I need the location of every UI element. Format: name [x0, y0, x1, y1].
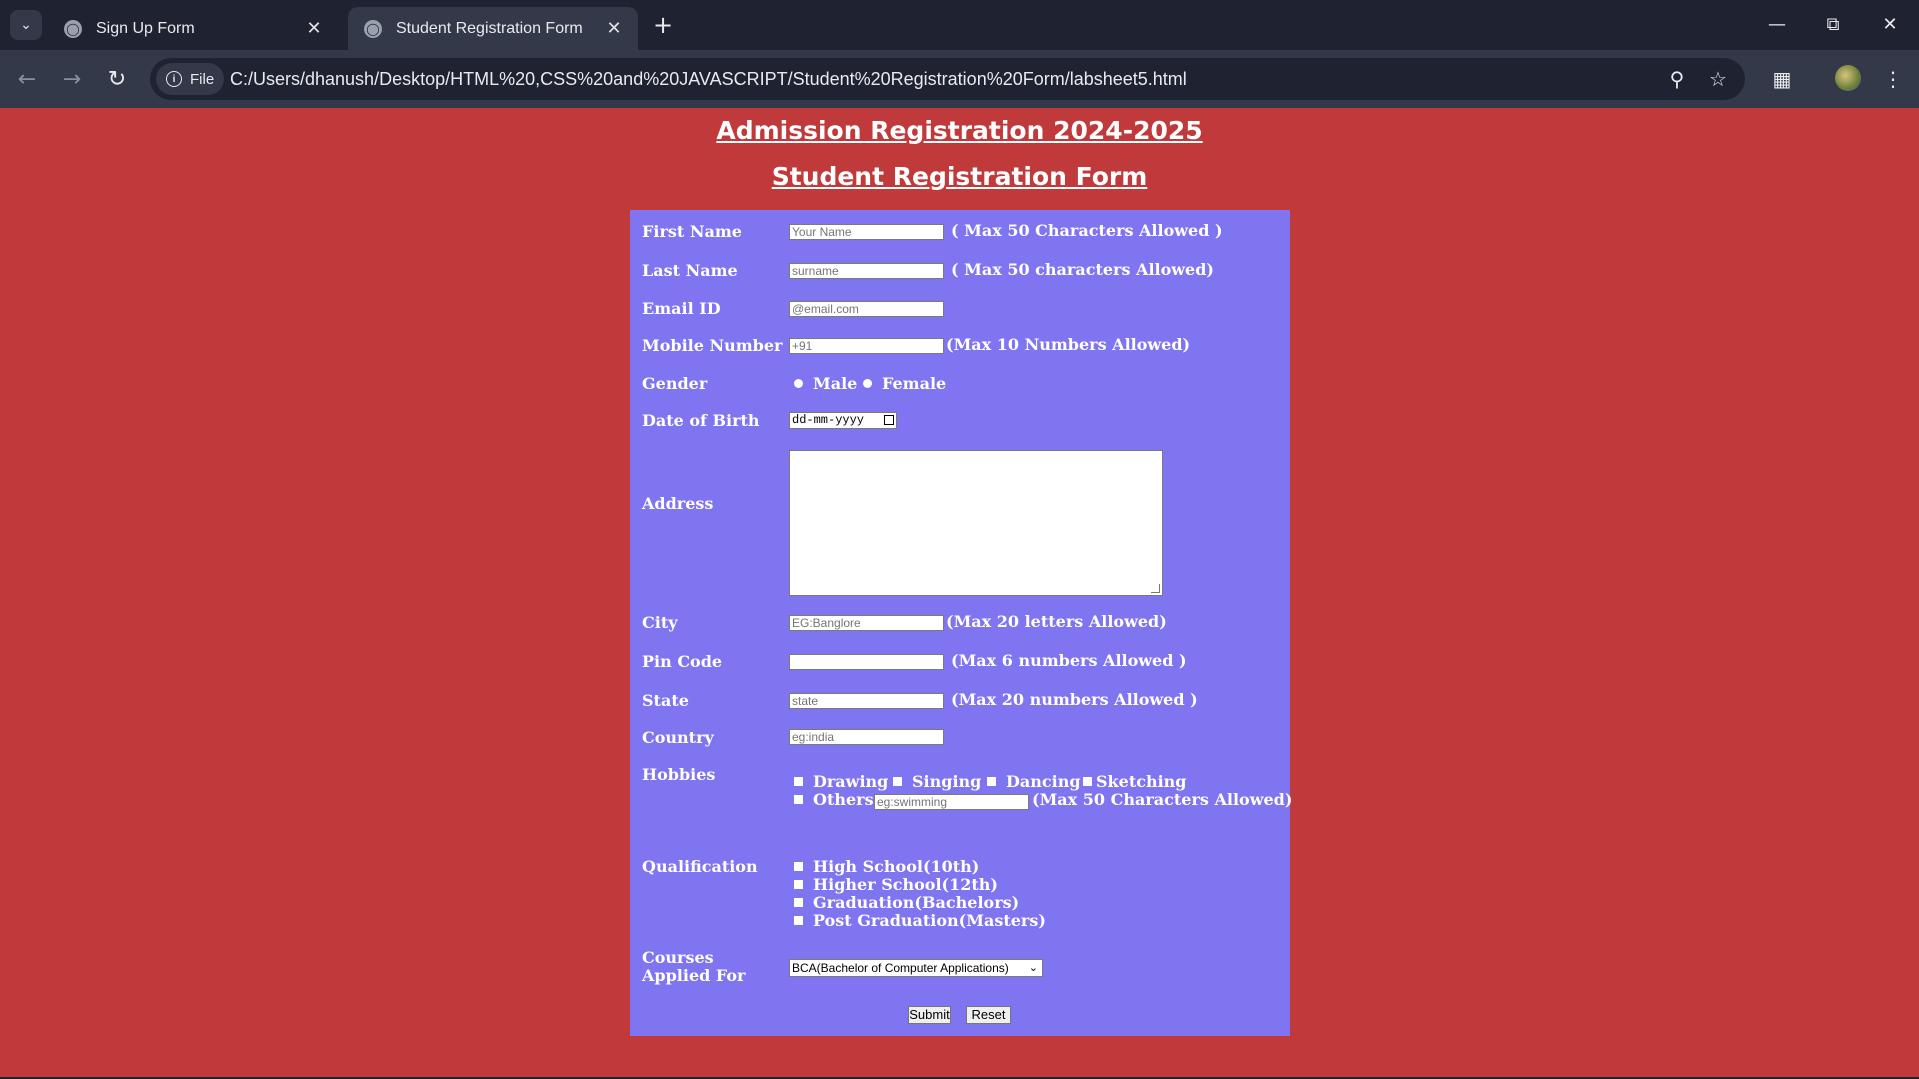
hobby-others-label: Others	[813, 790, 874, 809]
dob-label: Date of Birth	[642, 411, 760, 430]
country-input[interactable]: eg:india	[789, 729, 944, 745]
dob-placeholder: dd-mm-yyyy	[792, 413, 865, 427]
qualification-12th-checkbox[interactable]	[794, 880, 803, 889]
site-info-label: File	[190, 70, 215, 88]
browser-toolbar: ← → ↻ i File C:/Users/dhanush/Desktop/HT…	[0, 50, 1919, 108]
qualification-label: Qualification	[642, 857, 758, 876]
dob-input[interactable]: dd-mm-yyyy	[789, 412, 897, 429]
first-name-hint: ( Max 50 Characters Allowed )	[951, 221, 1223, 240]
address-bar[interactable]: i File C:/Users/dhanush/Desktop/HTML%20,…	[150, 58, 1745, 100]
mobile-label: Mobile Number	[642, 336, 783, 355]
qualification-10th-label: High School(10th)	[813, 857, 980, 876]
forward-button[interactable]: →	[56, 63, 88, 95]
hobby-singing-label: Singing	[912, 772, 982, 791]
gender-male-radio[interactable]	[794, 379, 803, 388]
state-label: State	[642, 691, 689, 710]
restore-button[interactable]: ⧉	[1811, 8, 1855, 40]
chevron-down-icon: ⌄	[1028, 962, 1038, 974]
qualification-bachelors-checkbox[interactable]	[794, 898, 803, 907]
hobby-drawing-checkbox[interactable]	[794, 777, 803, 786]
email-label: Email ID	[642, 299, 721, 318]
gender-female-label: Female	[882, 374, 947, 393]
hobby-sketching-checkbox[interactable]	[1083, 777, 1092, 786]
tab-strip: ⌄ ◯ Sign Up Form ✕ ◯ Student Registratio…	[0, 0, 1919, 50]
city-input[interactable]: EG:Banglore	[789, 615, 944, 631]
menu-kebab-icon[interactable]: ⋮	[1877, 63, 1909, 95]
info-icon: i	[166, 71, 182, 87]
extensions-icon[interactable]: ▦	[1766, 63, 1798, 95]
city-label: City	[642, 613, 678, 632]
hobby-others-checkbox[interactable]	[794, 795, 803, 804]
hobby-dancing-checkbox[interactable]	[987, 777, 996, 786]
last-name-input[interactable]: surname	[789, 263, 944, 279]
hobby-sketching-label: Sketching	[1096, 772, 1187, 791]
hobbies-label: Hobbies	[642, 765, 716, 784]
mobile-hint: (Max 10 Numbers Allowed)	[946, 335, 1191, 354]
globe-icon: ◯	[64, 19, 82, 38]
hobby-drawing-label: Drawing	[813, 772, 889, 791]
state-hint: (Max 20 numbers Allowed )	[951, 690, 1198, 709]
tab-title: Student Registration Form	[396, 19, 583, 37]
state-input[interactable]: state	[789, 693, 944, 709]
new-tab-button[interactable]: +	[650, 11, 676, 39]
courses-label-line2: Applied For	[642, 966, 746, 985]
gender-label: Gender	[642, 374, 708, 393]
city-hint: (Max 20 letters Allowed)	[946, 612, 1167, 631]
submit-button[interactable]: Submit	[908, 1006, 951, 1024]
bookmark-star-icon[interactable]: ☆	[1703, 64, 1733, 94]
tab-title: Sign Up Form	[96, 19, 195, 37]
zoom-icon[interactable]: ⚲	[1662, 64, 1692, 94]
tab-search-button[interactable]: ⌄	[10, 10, 42, 40]
tab-student-registration-form[interactable]: ◯ Student Registration Form ✕	[348, 7, 638, 50]
reload-button[interactable]: ↻	[101, 63, 133, 95]
courses-label-line1: Courses	[642, 948, 714, 967]
reset-button[interactable]: Reset	[966, 1006, 1011, 1024]
hobby-others-hint: (Max 50 Characters Allowed)	[1032, 790, 1293, 809]
resize-handle-icon[interactable]	[1151, 584, 1160, 593]
close-icon[interactable]: ✕	[602, 17, 626, 41]
address-textarea[interactable]	[789, 450, 1163, 596]
back-button[interactable]: ←	[11, 63, 43, 95]
pincode-hint: (Max 6 numbers Allowed )	[951, 651, 1187, 670]
last-name-hint: ( Max 50 characters Allowed)	[951, 260, 1214, 279]
tab-sign-up-form[interactable]: ◯ Sign Up Form ✕	[48, 7, 338, 50]
registration-form: First Name Your Name ( Max 50 Characters…	[630, 210, 1293, 1036]
pincode-input[interactable]	[789, 654, 944, 670]
qualification-10th-checkbox[interactable]	[794, 862, 803, 871]
chevron-down-icon: ⌄	[20, 17, 32, 33]
page-heading: Admission Registration 2024-2025	[716, 116, 1203, 145]
gender-male-label: Male	[813, 374, 858, 393]
profile-avatar[interactable]	[1835, 65, 1861, 91]
courses-select[interactable]: BCA(Bachelor of Computer Applications) ⌄	[789, 959, 1043, 977]
hobby-others-input[interactable]: eg:swimming	[874, 794, 1029, 810]
url-text[interactable]: C:/Users/dhanush/Desktop/HTML%20,CSS%20a…	[230, 58, 1187, 100]
calendar-icon[interactable]	[884, 415, 894, 425]
close-window-button[interactable]: ✕	[1868, 8, 1912, 40]
hobby-dancing-label: Dancing	[1006, 772, 1081, 791]
pincode-label: Pin Code	[642, 652, 723, 671]
mobile-input[interactable]: +91	[789, 338, 944, 354]
qualification-bachelors-label: Graduation(Bachelors)	[813, 893, 1020, 912]
qualification-12th-label: Higher School(12th)	[813, 875, 998, 894]
courses-selected-value: BCA(Bachelor of Computer Applications)	[792, 961, 1009, 975]
site-info-chip[interactable]: i File	[156, 63, 225, 95]
first-name-label: First Name	[642, 222, 742, 241]
form-heading: Student Registration Form	[771, 162, 1148, 191]
first-name-input[interactable]: Your Name	[789, 224, 944, 240]
hobby-singing-checkbox[interactable]	[893, 777, 902, 786]
globe-icon: ◯	[364, 19, 382, 38]
last-name-label: Last Name	[642, 261, 738, 280]
address-label: Address	[642, 494, 714, 513]
minimize-button[interactable]: —	[1755, 8, 1799, 40]
qualification-masters-label: Post Graduation(Masters)	[813, 911, 1046, 930]
qualification-masters-checkbox[interactable]	[794, 916, 803, 925]
gender-female-radio[interactable]	[863, 379, 872, 388]
page-content: Admission Registration 2024-2025 Student…	[0, 108, 1919, 1079]
email-input[interactable]: @email.com	[789, 301, 944, 317]
country-label: Country	[642, 728, 714, 747]
close-icon[interactable]: ✕	[302, 17, 326, 41]
